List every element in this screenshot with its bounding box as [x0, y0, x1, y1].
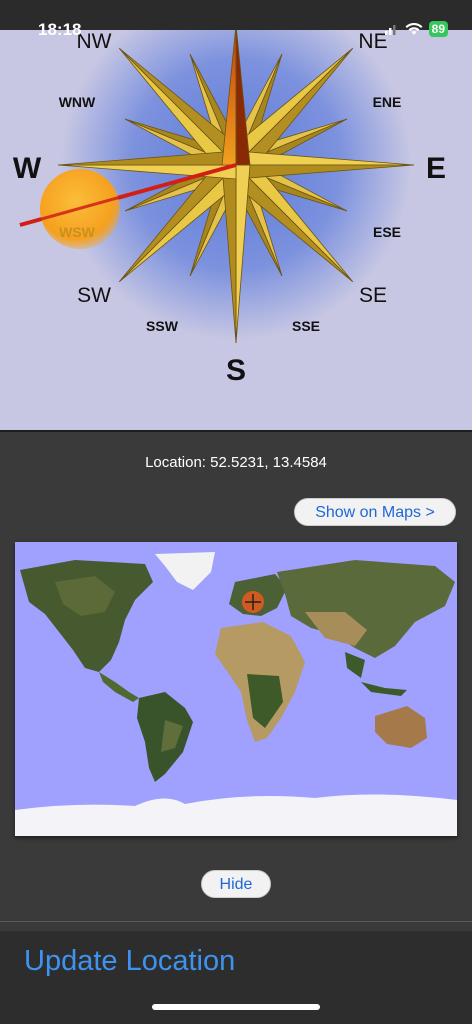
dir-label-sse: SSE	[292, 318, 320, 334]
signal-icon	[384, 25, 396, 35]
world-map	[15, 542, 457, 836]
hide-map-button[interactable]: Hide	[201, 870, 271, 898]
dir-label-ene: ENE	[373, 94, 402, 110]
show-on-maps-button[interactable]: Show on Maps >	[294, 498, 456, 526]
home-indicator	[152, 1004, 320, 1010]
dir-label-wnw: WNW	[59, 94, 96, 110]
dir-label-w: W	[13, 152, 42, 185]
section-separator	[0, 921, 472, 922]
world-map-image	[15, 542, 457, 836]
wifi-icon	[405, 22, 423, 35]
compass-panel: NW NE WNW ENE W E WSW ESE SW SE SSW SSE …	[0, 30, 472, 430]
dir-label-wsw: WSW	[59, 224, 96, 240]
status-icons: 89	[384, 21, 448, 37]
dir-label-ne: NE	[358, 30, 387, 53]
dir-label-e: E	[426, 152, 446, 185]
status-time: 18:18	[38, 20, 82, 39]
dir-label-nw: NW	[77, 30, 112, 53]
status-bar: 18:18 89	[0, 0, 472, 39]
dir-label-ssw: SSW	[146, 318, 179, 334]
update-location-button[interactable]: Update Location	[24, 945, 235, 978]
dir-label-ese: ESE	[373, 224, 401, 240]
dir-label-se: SE	[359, 284, 387, 307]
panel-divider	[0, 430, 472, 432]
dir-label-sw: SW	[77, 284, 111, 307]
location-readout: Location: 52.5231, 13.4584	[145, 454, 327, 471]
battery-indicator: 89	[428, 21, 448, 37]
compass-rose: NW NE WNW ENE W E WSW ESE SW SE SSW SSE …	[13, 30, 446, 387]
dir-label-s: S	[226, 354, 246, 387]
